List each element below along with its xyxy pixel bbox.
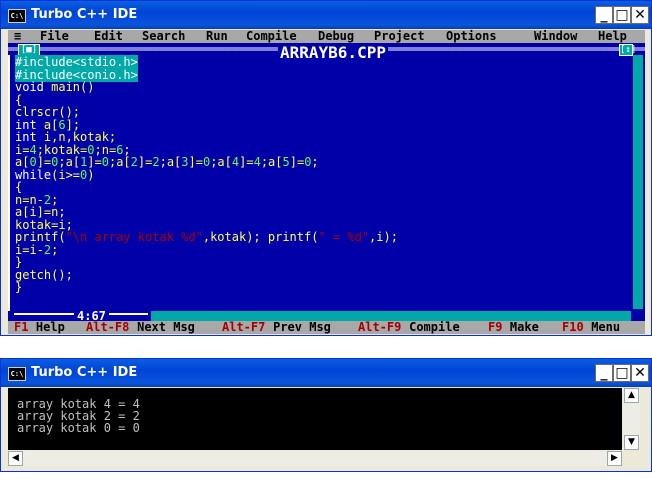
code-token: 2 [130,155,138,169]
status-action[interactable]: Help [36,321,65,334]
code-token: ,i); [369,230,398,244]
code-line[interactable]: } [15,281,398,294]
code-token: ) [87,167,95,182]
code-token: ;a[ [260,155,283,169]
close-button[interactable]: ✕ [631,364,649,382]
ide-window-title: Turbo C++ IDE [31,7,138,22]
menu-project[interactable]: Project [374,30,425,43]
code-token: ]= [289,155,305,169]
console-output[interactable]: array kotak 4 = 4 array kotak 2 = 2 array … [8,388,622,450]
code-token: (); [51,267,73,282]
code-token: () [80,80,95,94]
status-key[interactable]: F9 [488,321,502,334]
code-line[interactable]: #include<stdio.h> [15,55,398,69]
status-key[interactable]: F1 [14,321,28,334]
console-app-icon[interactable]: C:\ [8,367,26,381]
console-horizontal-scrollbar[interactable]: ◀ ▶ [8,451,622,466]
status-bar: F1 Help Alt-F8 Next Msg Alt-F7 Prev Msg Alt-F9… [8,321,645,334]
code-line[interactable]: while(i>=0) [15,167,398,182]
maximize-button[interactable]: □ [613,6,631,24]
code-line[interactable]: { [15,181,398,194]
output-titlebar[interactable]: C:\ Turbo C++ IDE _ □ ✕ [1,359,651,387]
ide-window: C:\ Turbo C++ IDE _ □ ✕ ≡ File Edit Sear… [0,0,652,336]
menu-run[interactable]: Run [206,30,228,43]
code-token: 4 [253,155,261,169]
console-app-icon[interactable]: C:\ [8,9,26,23]
code-line[interactable]: n=n-2; [15,193,398,207]
system-menu-icon[interactable]: ≡ [14,30,21,43]
code-token: 2 [152,155,160,169]
editor-window[interactable]: ════════════════════════════════════════… [8,43,645,323]
scroll-down-icon[interactable]: ▼ [624,435,639,450]
output-window-title: Turbo C++ IDE [31,365,138,380]
menu-window[interactable]: Window [534,30,577,43]
status-action[interactable]: Make [510,321,539,334]
status-action[interactable]: Next Msg [137,321,195,334]
code-line[interactable]: getch(); [15,267,398,282]
code-token: 0 [101,155,109,169]
status-key[interactable]: Alt-F8 [86,321,129,334]
code-token: main [51,80,81,94]
code-token: (i>= [51,167,81,182]
dos-screen: ≡ File Edit Search Run Compile Debug Pro… [8,30,645,334]
code-line[interactable]: void main() [15,81,398,94]
code-token: ;a[ [159,155,182,169]
scroll-up-icon[interactable]: ▲ [624,388,639,403]
code-token: ; [311,155,319,169]
status-action[interactable]: Prev Msg [273,321,331,334]
code-token: } [15,280,23,294]
close-button[interactable]: ✕ [631,6,649,24]
minimize-button[interactable]: _ [595,364,613,382]
maximize-button[interactable]: □ [613,364,631,382]
menu-compile[interactable]: Compile [246,30,297,43]
code-token: ]= [239,155,254,169]
status-key[interactable]: Alt-F7 [222,321,265,334]
code-token: ;a[ [210,155,232,169]
status-action[interactable]: Menu [591,321,620,334]
menu-file[interactable]: File [40,30,69,43]
code-area[interactable]: #include<stdio.h> #include<conio.h> void m… [15,55,398,294]
code-line[interactable]: printf("\n array kotak %d",kotak); print… [15,231,398,244]
console-vertical-scrollbar[interactable]: ▲ ▼ [623,388,640,450]
code-token: ,kotak); printf( [202,230,319,244]
menu-edit[interactable]: Edit [94,30,123,43]
editor-vertical-scrollbar[interactable] [633,55,643,309]
console-text: array kotak 4 = 4 array kotak 2 = 2 array … [17,398,140,434]
menu-bar: ≡ File Edit Search Run Compile Debug Pro… [8,30,645,43]
minimize-button[interactable]: _ [595,6,613,24]
status-action[interactable]: Compile [409,321,460,334]
menu-options[interactable]: Options [446,30,497,43]
code-line[interactable]: i=i-2; [15,242,398,257]
menu-search[interactable]: Search [142,30,185,43]
code-token: ]= [188,155,203,169]
status-key[interactable]: Alt-F9 [358,321,401,334]
code-token: #include<stdio.h> [15,55,138,69]
ide-titlebar[interactable]: C:\ Turbo C++ IDE _ □ ✕ [1,1,651,29]
editor-zoom-box[interactable]: [↕] [619,44,636,56]
menu-help[interactable]: Help [598,30,627,43]
scroll-left-icon[interactable]: ◀ [8,451,23,466]
code-token: ]= [137,155,153,169]
code-token: " = %d" [318,230,370,244]
code-token: ; [51,242,59,257]
code-token: ;a[ [108,155,131,169]
code-token: 3 [181,155,189,169]
menu-debug[interactable]: Debug [318,30,354,43]
status-key[interactable]: F10 [562,321,584,334]
console-line: array kotak 0 = 0 [17,421,140,435]
code-token: "\n array kotak %d" [65,230,203,244]
scroll-right-icon[interactable]: ▶ [607,451,622,466]
output-window: C:\ Turbo C++ IDE _ □ ✕ array kotak 4 = … [0,358,652,472]
code-token: 5 [282,155,290,169]
